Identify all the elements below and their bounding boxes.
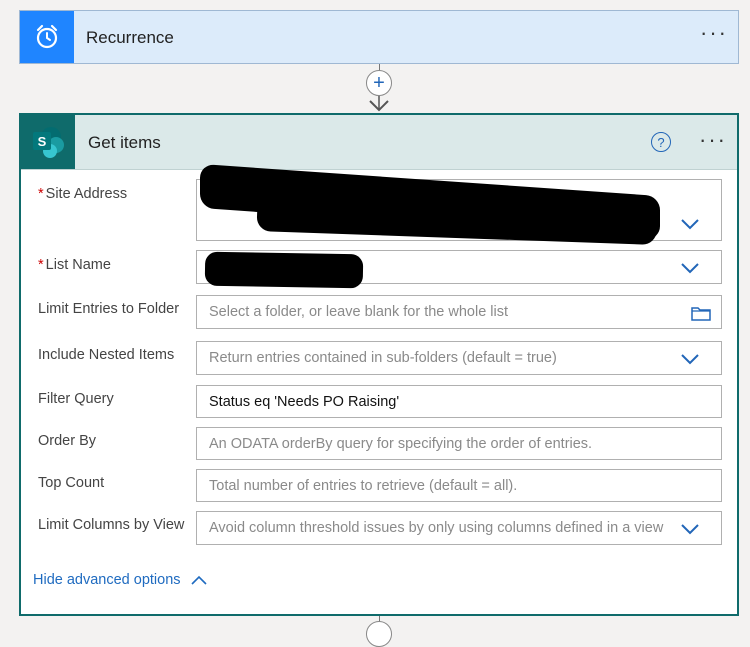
recurrence-card[interactable]: Recurrence ··· xyxy=(19,10,739,64)
add-step-button[interactable]: + xyxy=(366,70,392,96)
folder-icon[interactable] xyxy=(691,305,711,321)
add-step-button[interactable] xyxy=(366,621,392,647)
chevron-down-icon[interactable] xyxy=(681,218,699,230)
sharepoint-icon: S xyxy=(21,115,75,169)
chevron-down-icon[interactable] xyxy=(681,262,699,274)
chevron-up-icon xyxy=(191,575,207,585)
get-items-more-button[interactable]: ··· xyxy=(699,135,727,145)
list-name-label: *List Name xyxy=(38,257,111,273)
top-count-placeholder: Total number of entries to retrieve (def… xyxy=(209,478,517,494)
recurrence-more-button[interactable]: ··· xyxy=(700,28,728,38)
limit-columns-label: Limit Columns by View xyxy=(38,517,184,533)
get-items-header[interactable]: S Get items ? ··· xyxy=(21,115,737,170)
order-by-field[interactable]: An ODATA orderBy query for specifying th… xyxy=(196,427,722,460)
hide-advanced-options-link[interactable]: Hide advanced options xyxy=(33,572,207,588)
list-name-label-text: List Name xyxy=(46,257,111,273)
help-icon[interactable]: ? xyxy=(651,132,671,152)
limit-columns-field[interactable]: Avoid column threshold issues by only us… xyxy=(196,511,722,545)
required-marker: * xyxy=(38,186,44,202)
required-marker: * xyxy=(38,257,44,273)
get-items-card: S Get items ? ··· *Site Address *List Na… xyxy=(19,113,739,616)
sharepoint-letter: S xyxy=(38,134,47,149)
limit-folder-placeholder: Select a folder, or leave blank for the … xyxy=(209,304,508,320)
filter-query-field[interactable]: Status eq 'Needs PO Raising' xyxy=(196,385,722,418)
nested-items-label: Include Nested Items xyxy=(38,347,174,363)
arrow-down-icon xyxy=(368,96,390,112)
plus-icon: + xyxy=(373,73,385,93)
top-count-field[interactable]: Total number of entries to retrieve (def… xyxy=(196,469,722,502)
order-by-label: Order By xyxy=(38,433,96,449)
order-by-placeholder: An ODATA orderBy query for specifying th… xyxy=(209,436,592,452)
list-name-field[interactable] xyxy=(196,250,722,284)
site-address-label: *Site Address xyxy=(38,186,127,202)
top-count-label: Top Count xyxy=(38,475,104,491)
get-items-title: Get items xyxy=(88,133,161,153)
alarm-clock-icon xyxy=(20,11,74,63)
site-address-label-text: Site Address xyxy=(46,186,127,202)
filter-query-value: Status eq 'Needs PO Raising' xyxy=(209,394,399,410)
redaction-mark xyxy=(205,252,364,289)
filter-query-label: Filter Query xyxy=(38,391,114,407)
recurrence-title: Recurrence xyxy=(86,28,174,48)
limit-columns-placeholder: Avoid column threshold issues by only us… xyxy=(209,520,663,536)
limit-folder-field[interactable]: Select a folder, or leave blank for the … xyxy=(196,295,722,329)
site-address-field[interactable] xyxy=(196,179,722,241)
chevron-down-icon[interactable] xyxy=(681,523,699,535)
nested-items-placeholder: Return entries contained in sub-folders … xyxy=(209,350,557,366)
chevron-down-icon[interactable] xyxy=(681,353,699,365)
hide-advanced-options-text: Hide advanced options xyxy=(33,572,181,588)
limit-folder-label: Limit Entries to Folder xyxy=(38,301,179,317)
nested-items-field[interactable]: Return entries contained in sub-folders … xyxy=(196,341,722,375)
